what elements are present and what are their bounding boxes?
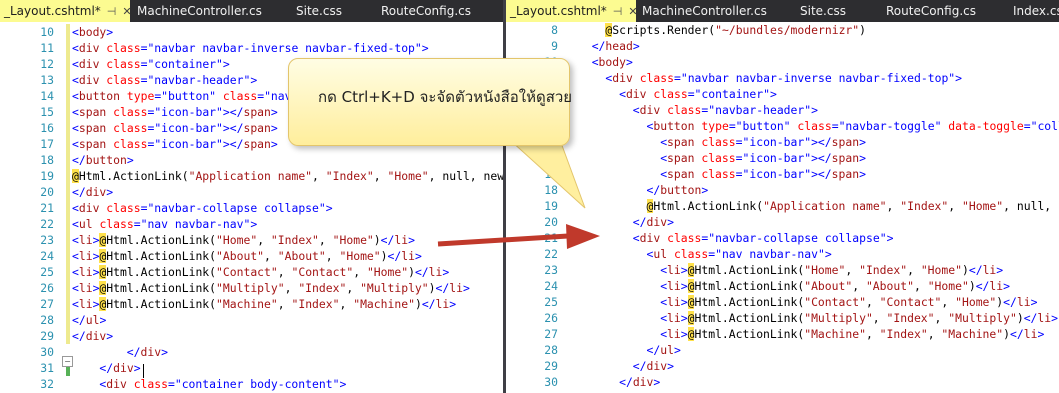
text-caret xyxy=(143,364,144,378)
arrow-icon xyxy=(437,224,600,249)
